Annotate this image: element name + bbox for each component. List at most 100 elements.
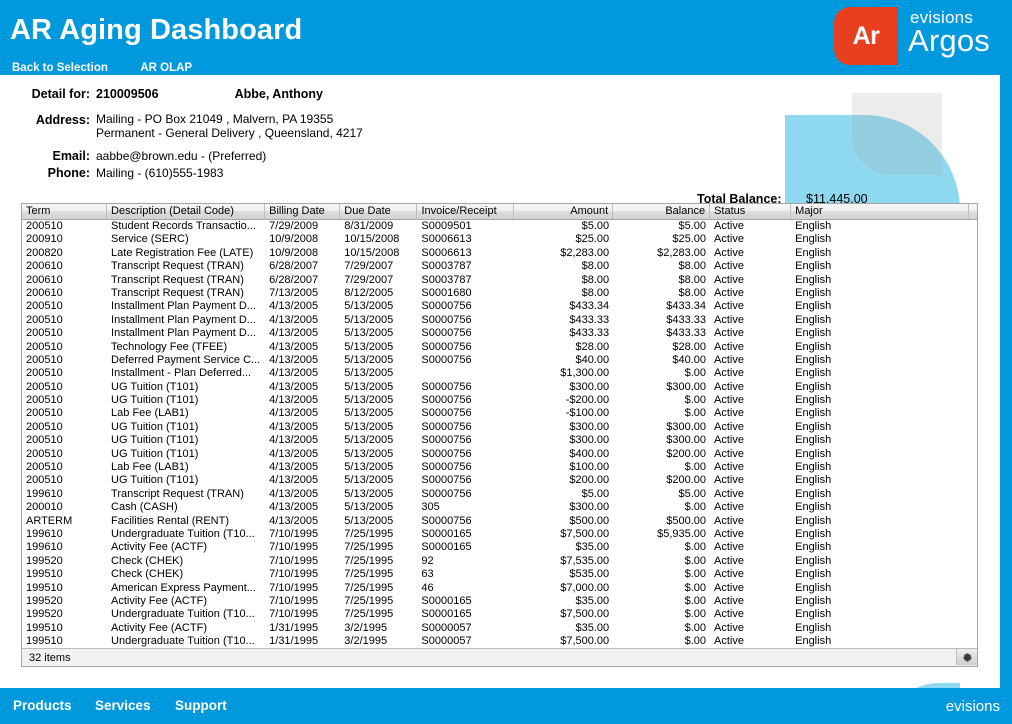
column-header-status[interactable]: Status [710,204,791,219]
table-row[interactable]: 199520Check (CHEK)7/10/19957/25/199592$7… [22,555,977,568]
table-row[interactable]: 200510UG Tuition (T101)4/13/20055/13/200… [22,448,977,461]
cell-major: English [791,488,969,501]
cell-status: Active [710,421,791,434]
cell-due-date: 10/15/2008 [340,233,417,246]
footer-link-services[interactable]: Services [95,698,151,713]
footer-link-support[interactable]: Support [175,698,227,713]
cell-balance: $.00 [613,622,710,635]
grid-header-row: TermDescription (Detail Code)Billing Dat… [22,204,977,220]
cell-status: Active [710,488,791,501]
table-row[interactable]: 200510Technology Fee (TFEE)4/13/20055/13… [22,341,977,354]
table-row[interactable]: 200610Transcript Request (TRAN)6/28/2007… [22,274,977,287]
cell-description: Activity Fee (ACTF) [107,541,265,554]
cell-major: English [791,461,969,474]
cell-billing-date: 10/9/2008 [265,233,340,246]
column-header-balance[interactable]: Balance [613,204,710,219]
cell-billing-date: 4/13/2005 [265,394,340,407]
column-header-term[interactable]: Term [22,204,107,219]
table-row[interactable]: 199610Activity Fee (ACTF)7/10/19957/25/1… [22,541,977,554]
table-row[interactable]: 200510UG Tuition (T101)4/13/20055/13/200… [22,474,977,487]
cell-balance: $.00 [613,555,710,568]
cell-spacer [969,541,977,554]
cell-invoice-receipt: 92 [417,555,514,568]
cell-invoice-receipt: S0000756 [417,448,514,461]
cell-billing-date: 4/13/2005 [265,501,340,514]
table-row[interactable]: 200510Installment Plan Payment D...4/13/… [22,314,977,327]
table-row[interactable]: 200510Installment Plan Payment D...4/13/… [22,327,977,340]
cell-balance: $2,283.00 [613,247,710,260]
table-row[interactable]: 199610Transcript Request (TRAN)4/13/2005… [22,488,977,501]
cell-term: 200510 [22,448,107,461]
table-row[interactable]: 199510American Express Payment...7/10/19… [22,582,977,595]
column-header-invoice-receipt[interactable]: Invoice/Receipt [417,204,514,219]
cell-amount: $433.34 [514,300,613,313]
cell-amount: $7,500.00 [514,635,613,648]
table-row[interactable]: 199510Activity Fee (ACTF)1/31/19953/2/19… [22,622,977,635]
cell-balance: $.00 [613,568,710,581]
table-row[interactable]: 200910Service (SERC)10/9/200810/15/2008S… [22,233,977,246]
cell-balance: $8.00 [613,260,710,273]
footer-evisions-wordmark: evisions [946,698,1000,715]
cell-description: Installment Plan Payment D... [107,314,265,327]
table-row[interactable]: 199510Check (CHEK)7/10/19957/25/199563$5… [22,568,977,581]
table-row[interactable]: 200510Lab Fee (LAB1)4/13/20055/13/2005S0… [22,461,977,474]
table-row[interactable]: 200510Lab Fee (LAB1)4/13/20055/13/2005S0… [22,407,977,420]
table-row[interactable]: 200510Installment - Plan Deferred...4/13… [22,367,977,380]
footer-link-products[interactable]: Products [13,698,72,713]
cell-major: English [791,381,969,394]
table-row[interactable]: ARTERMFacilities Rental (RENT)4/13/20055… [22,515,977,528]
column-header-billing-date[interactable]: Billing Date [265,204,340,219]
table-row[interactable]: 200510Installment Plan Payment D...4/13/… [22,300,977,313]
column-header-spacer[interactable] [969,204,977,219]
table-row[interactable]: 200820Late Registration Fee (LATE)10/9/2… [22,247,977,260]
cell-amount: $400.00 [514,448,613,461]
cell-status: Active [710,595,791,608]
cell-term: 199610 [22,541,107,554]
nav-ar-olap[interactable]: AR OLAP [140,62,192,74]
table-row[interactable]: 200610Transcript Request (TRAN)6/28/2007… [22,260,977,273]
table-row[interactable]: 200010Cash (CASH)4/13/20055/13/2005305$3… [22,501,977,514]
table-row[interactable]: 199520Activity Fee (ACTF)7/10/19957/25/1… [22,595,977,608]
cell-invoice-receipt: S0006613 [417,233,514,246]
cell-due-date: 5/13/2005 [340,300,417,313]
cell-invoice-receipt: 46 [417,582,514,595]
cell-major: English [791,608,969,621]
column-header-description[interactable]: Description (Detail Code) [107,204,265,219]
cell-spacer [969,568,977,581]
column-header-major[interactable]: Major [791,204,969,219]
table-row[interactable]: 199520Undergraduate Tuition (T10...7/10/… [22,608,977,621]
cell-major: English [791,501,969,514]
nav-back-to-selection[interactable]: Back to Selection [12,62,108,74]
cell-status: Active [710,314,791,327]
cell-balance: $.00 [613,407,710,420]
cell-amount: $25.00 [514,233,613,246]
table-row[interactable]: 199610Undergraduate Tuition (T10...7/10/… [22,528,977,541]
table-row[interactable]: 200510UG Tuition (T101)4/13/20055/13/200… [22,381,977,394]
column-header-due-date[interactable]: Due Date [340,204,417,219]
cell-billing-date: 7/10/1995 [265,608,340,621]
table-row[interactable]: 200510UG Tuition (T101)4/13/20055/13/200… [22,394,977,407]
cell-invoice-receipt [417,367,514,380]
table-row[interactable]: 200510Student Records Transactio...7/29/… [22,220,977,233]
grid-body[interactable]: 200510Student Records Transactio...7/29/… [22,220,977,648]
cell-major: English [791,595,969,608]
cell-status: Active [710,394,791,407]
cell-major: English [791,434,969,447]
cell-invoice-receipt: S0000165 [417,528,514,541]
table-row[interactable]: 200510UG Tuition (T101)4/13/20055/13/200… [22,421,977,434]
table-row[interactable]: 200510Deferred Payment Service C...4/13/… [22,354,977,367]
cell-billing-date: 4/13/2005 [265,381,340,394]
cell-term: 199520 [22,555,107,568]
cell-description: Lab Fee (LAB1) [107,461,265,474]
table-row[interactable]: 200510UG Tuition (T101)4/13/20055/13/200… [22,434,977,447]
table-row[interactable]: 199510Undergraduate Tuition (T10...1/31/… [22,635,977,648]
cell-status: Active [710,381,791,394]
gear-icon[interactable] [956,649,977,665]
cell-invoice-receipt: S0000756 [417,327,514,340]
cell-major: English [791,300,969,313]
cell-term: 200510 [22,421,107,434]
table-row[interactable]: 200610Transcript Request (TRAN)7/13/2005… [22,287,977,300]
column-header-amount[interactable]: Amount [514,204,613,219]
cell-balance: $.00 [613,595,710,608]
cell-spacer [969,501,977,514]
